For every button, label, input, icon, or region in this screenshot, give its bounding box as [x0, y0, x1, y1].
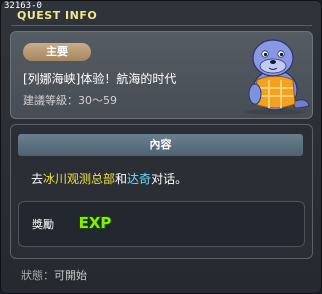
- desc-prefix: 去: [31, 172, 44, 186]
- exp-text: EXP: [79, 214, 112, 232]
- quest-description: 去冰川观测总部和达奇对话。: [31, 170, 187, 187]
- desc-suffix: 对话。: [151, 172, 188, 186]
- reward-box: 獎勵 EXP: [18, 201, 305, 247]
- status-value: 可開始: [54, 269, 87, 282]
- window-title: QUEST INFO: [17, 9, 98, 22]
- reward-label: 獎勵: [32, 218, 54, 231]
- quest-info-window: 32163-0 QUEST INFO 主要 [列娜海峡]体验！航海的时代 建議等…: [0, 0, 322, 294]
- recommended-level: 建議等級：30～59: [23, 94, 117, 107]
- title-divider: [11, 25, 312, 26]
- status-label: 狀態：: [21, 269, 54, 282]
- seal-mascot-icon: [245, 39, 310, 115]
- quest-name: [列娜海峡]体验！航海的时代: [23, 72, 177, 86]
- quest-content-panel: 內容 去冰川观测总部和达奇对话。 獎勵 EXP: [10, 124, 313, 259]
- exp-reward-icon[interactable]: EXP: [77, 210, 113, 234]
- desc-place-link: 冰川观测总部: [43, 172, 116, 186]
- desc-npc-link: 达奇: [127, 172, 152, 186]
- quest-type-badge: 主要: [23, 43, 91, 61]
- quest-summary-panel: 主要 [列娜海峡]体验！航海的时代 建議等級：30～59: [10, 31, 313, 119]
- content-header: 內容: [18, 134, 303, 156]
- desc-mid: 和: [115, 172, 128, 186]
- quest-status: 狀態：可開始: [21, 267, 87, 283]
